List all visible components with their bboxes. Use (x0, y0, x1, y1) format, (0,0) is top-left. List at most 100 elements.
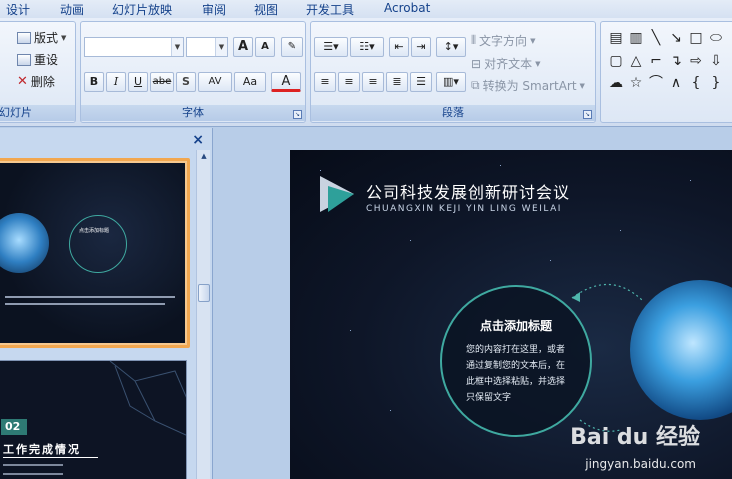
font-dialog-launcher-icon[interactable]: ↘ (293, 110, 302, 119)
smartart-label: 转换为 SmartArt (482, 79, 577, 93)
clear-format-button[interactable]: ✎ (281, 37, 303, 57)
layout-icon (17, 31, 31, 44)
indent-icon: ⇥ (416, 40, 426, 53)
tab-review[interactable]: 审阅 (202, 1, 226, 18)
align-center-button[interactable]: ≡ (338, 72, 360, 92)
elbow-arrow-shape-icon[interactable]: ↴ (667, 52, 685, 70)
slides-group: 版式 ▼ 重设 ✕ 删除 幻灯片 (0, 21, 76, 123)
italic-button[interactable]: I (106, 72, 126, 92)
right-arrow-shape-icon[interactable]: ⇨ (687, 52, 705, 70)
delete-icon: ✕ (17, 74, 28, 89)
align-left-button[interactable]: ≡ (314, 72, 336, 92)
paragraph-dialog-launcher-icon[interactable]: ↘ (583, 110, 592, 119)
slides-panel-scrollbar[interactable]: ▲ (196, 150, 210, 479)
change-case-button[interactable]: Aa (234, 72, 266, 92)
underline-button[interactable]: U (128, 72, 148, 92)
oval-shape-icon[interactable]: ⬭ (707, 29, 725, 47)
numbering-button[interactable]: ☷▾ (350, 37, 384, 57)
font-color-button[interactable]: A (271, 72, 301, 92)
tab-developer[interactable]: 开发工具 (306, 1, 354, 18)
curve-shape-icon[interactable]: ⌒ (647, 74, 665, 92)
columns-button[interactable]: ▥▾ (436, 72, 466, 92)
ribbon: 版式 ▼ 重设 ✕ 删除 幻灯片 ▼ ▼ A A ✎ B I U abe S A… (0, 18, 732, 127)
shrink-font-button[interactable]: A (255, 37, 275, 57)
left-brace-shape-icon[interactable]: { (687, 74, 705, 92)
scrollbar-thumb[interactable] (198, 284, 210, 302)
slides-panel: × 点击添加标题 02 工作完成情况 ▲ (0, 128, 213, 479)
circle-body-text[interactable]: 您的内容打在这里，或者通过复制您的文本后，在此框中选择粘贴，并选择只保留文字 (466, 342, 568, 406)
arrow-line-shape-icon[interactable]: ↘ (667, 29, 685, 47)
layout-label: 版式 (34, 31, 59, 45)
tab-slideshow[interactable]: 幻灯片放映 (112, 1, 172, 18)
char-spacing-button[interactable]: AV (198, 72, 232, 92)
callout-shape-icon[interactable]: ☁ (607, 74, 625, 92)
baidu-watermark: Bai du 经验 (570, 425, 700, 450)
ribbon-tab-bar: 设计 动画 幻灯片放映 审阅 视图 开发工具 Acrobat (0, 0, 732, 18)
bullets-button[interactable]: ☰▾ (314, 37, 348, 57)
chevron-down-icon: ▼ (171, 38, 183, 56)
chevron-down-icon: ▼ (215, 38, 227, 56)
align-left-icon: ≡ (320, 75, 330, 88)
chevron-down-icon: ▼ (530, 36, 536, 45)
paragraph-group: ☰▾ ☷▾ ⇤ ⇥ ↕▾ ≡ ≡ ≡ ≣ ☰ ▥▾ ⫴ 文字方向 ▼ ⊟ 对齐文… (310, 21, 596, 123)
reset-button[interactable]: 重设 (17, 51, 58, 68)
scroll-up-icon[interactable]: ▲ (198, 150, 210, 162)
line-shape-icon[interactable]: ╲ (647, 29, 665, 47)
text-direction-label: 文字方向 (479, 34, 528, 48)
font-size-dropdown[interactable]: ▼ (186, 37, 228, 57)
decrease-indent-button[interactable]: ⇤ (389, 37, 409, 57)
font-group: ▼ ▼ A A ✎ B I U abe S AV Aa A 字体 ↘ (80, 21, 306, 123)
textbox-shape-icon[interactable]: ▤ (607, 29, 625, 47)
font-name-dropdown[interactable]: ▼ (84, 37, 184, 57)
circle-title[interactable]: 点击添加标题 (442, 317, 590, 334)
align-center-icon: ≡ (344, 75, 354, 88)
slide-thumbnail-2[interactable]: 02 工作完成情况 (0, 360, 187, 479)
elbow-connector-shape-icon[interactable]: ⌐ (647, 52, 665, 70)
increase-indent-button[interactable]: ⇥ (411, 37, 431, 57)
layout-button[interactable]: 版式 ▼ (17, 29, 66, 46)
eraser-icon: ✎ (287, 41, 297, 52)
slide-thumbnail-1[interactable]: 点击添加标题 (0, 158, 190, 348)
grow-font-button[interactable]: A (233, 37, 253, 57)
thumb-text-line (5, 296, 175, 298)
down-arrow-shape-icon[interactable]: ⇩ (707, 52, 725, 70)
tab-acrobat[interactable]: Acrobat (384, 1, 430, 15)
tab-animation[interactable]: 动画 (60, 1, 84, 18)
line-spacing-icon: ↕▾ (443, 40, 459, 53)
paragraph-group-label: 段落 (311, 105, 595, 121)
distribute-icon: ☰ (416, 75, 426, 88)
smartart-icon: ⧉ (471, 78, 480, 92)
distribute-button[interactable]: ☰ (410, 72, 432, 92)
bold-button[interactable]: B (84, 72, 104, 92)
rounded-rect-shape-icon[interactable]: ▢ (607, 52, 625, 70)
freeform-shape-icon[interactable]: ∧ (667, 74, 685, 92)
star-shape-icon[interactable]: ☆ (627, 74, 645, 92)
tab-view[interactable]: 视图 (254, 1, 278, 18)
thumb2-network-lines (109, 361, 186, 436)
triangle-shape-icon[interactable]: △ (627, 52, 645, 70)
slide-thumbnail-1-canvas: 点击添加标题 (0, 163, 185, 343)
shadow-button[interactable]: S (176, 72, 196, 92)
text-direction-icon: ⫴ (471, 33, 477, 47)
line-spacing-button[interactable]: ↕▾ (436, 37, 466, 57)
tab-design[interactable]: 设计 (6, 1, 30, 18)
align-right-button[interactable]: ≡ (362, 72, 384, 92)
slide-canvas[interactable]: 公司科技发展创新研讨会议 CHUANGXIN KEJI YIN LING WEI… (290, 150, 732, 479)
delete-button[interactable]: ✕ 删除 (17, 73, 55, 90)
vertical-textbox-shape-icon[interactable]: ▥ (627, 29, 645, 47)
right-brace-shape-icon[interactable]: } (707, 74, 725, 92)
justify-button[interactable]: ≣ (386, 72, 408, 92)
text-direction-button[interactable]: ⫴ 文字方向 ▼ (471, 32, 535, 49)
reset-icon (17, 53, 31, 66)
baidu-watermark-url: jingyan.baidu.com (585, 457, 696, 471)
content-circle[interactable]: 点击添加标题 您的内容打在这里，或者通过复制您的文本后，在此框中选择粘贴，并选择… (440, 285, 592, 437)
thumb-circle (69, 215, 127, 273)
font-group-label: 字体 (81, 105, 305, 121)
chevron-down-icon: ▼ (579, 81, 585, 90)
strikethrough-button[interactable]: abe (150, 72, 174, 92)
rectangle-shape-icon[interactable]: □ (687, 29, 705, 47)
chevron-down-icon: ▼ (535, 59, 541, 68)
align-text-button[interactable]: ⊟ 对齐文本 ▼ (471, 55, 540, 72)
close-icon[interactable]: × (192, 132, 204, 148)
convert-smartart-button[interactable]: ⧉ 转换为 SmartArt ▼ (471, 77, 585, 94)
